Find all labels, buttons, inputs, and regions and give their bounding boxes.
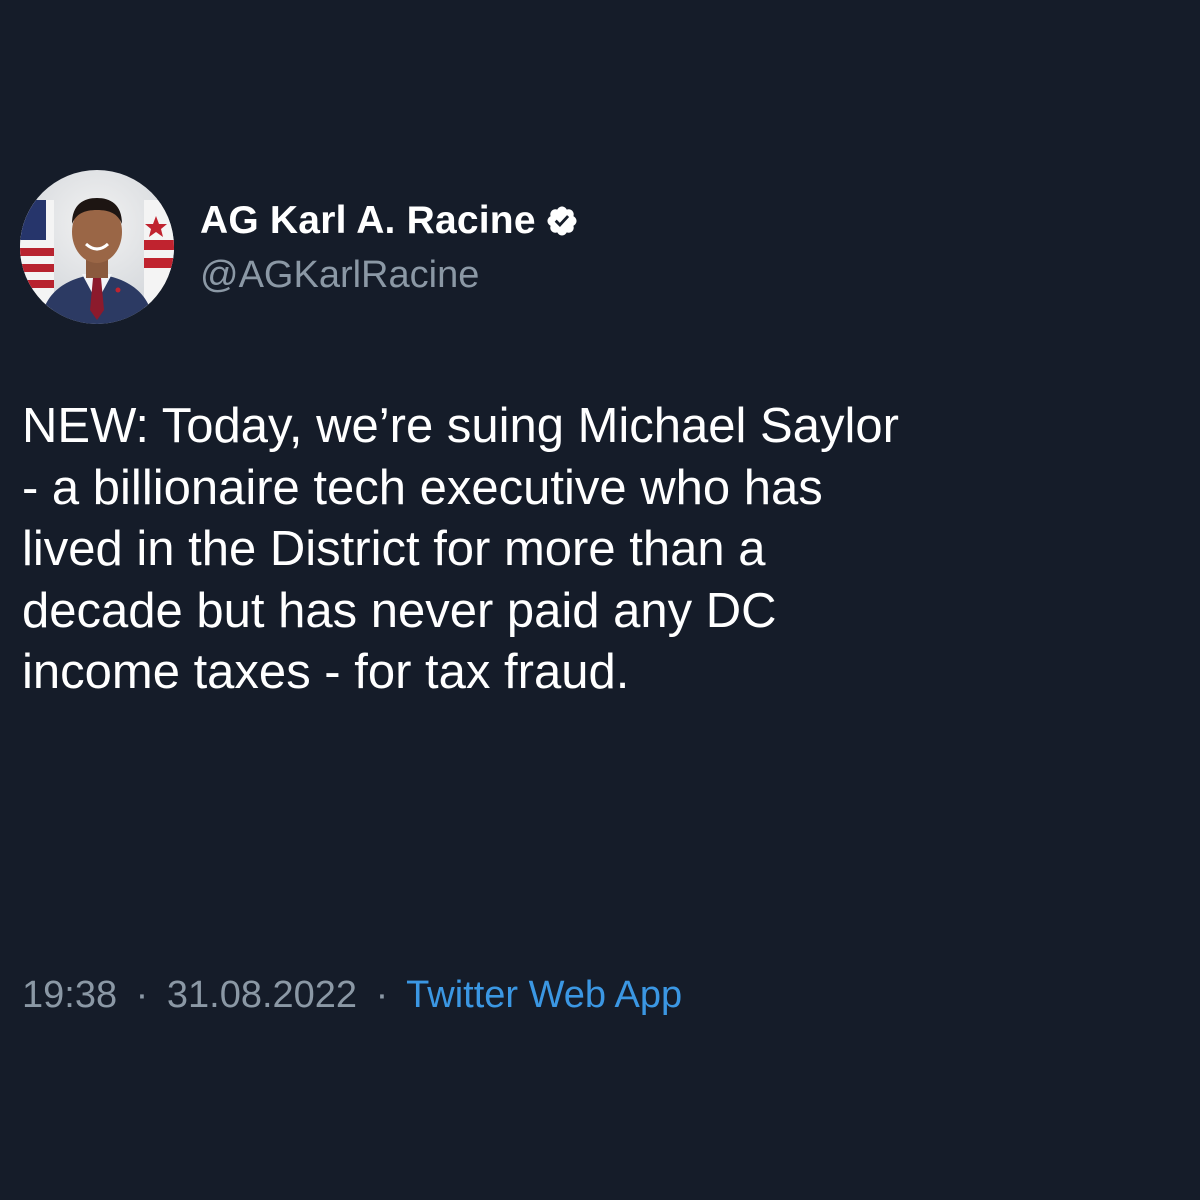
tweet-line: lived in the District for more than a (22, 522, 766, 576)
tweet-text: NEW: Today, we’re suing Michael Saylor -… (22, 396, 1182, 704)
tweet-line: income taxes - for tax fraud. (22, 645, 630, 699)
tweet-meta: 19:38 · 31.08.2022 · Twitter Web App (22, 974, 682, 1017)
display-name[interactable]: AG Karl A. Racine (200, 199, 536, 243)
tweet-date[interactable]: 31.08.2022 (167, 974, 357, 1016)
tweet-card: AG Karl A. Racine @AGKarlRacine NEW: Tod… (0, 0, 1200, 1200)
tweet-line: NEW: Today, we’re suing Michael Saylor (22, 399, 899, 453)
tweet-time[interactable]: 19:38 (22, 974, 117, 1016)
tweet-header: AG Karl A. Racine @AGKarlRacine (20, 170, 579, 324)
author-names: AG Karl A. Racine @AGKarlRacine (200, 197, 579, 297)
name-row: AG Karl A. Racine (200, 197, 579, 245)
meta-separator: · (375, 974, 389, 1016)
avatar[interactable] (20, 170, 174, 324)
tweet-line: - a billionaire tech executive who has (22, 460, 823, 515)
handle[interactable]: @AGKarlRacine (200, 254, 579, 297)
tweet-line: decade but has never paid any DC (22, 583, 777, 638)
verified-badge-icon (545, 204, 579, 238)
meta-separator: · (135, 974, 149, 1016)
tweet-source-link[interactable]: Twitter Web App (406, 974, 682, 1016)
